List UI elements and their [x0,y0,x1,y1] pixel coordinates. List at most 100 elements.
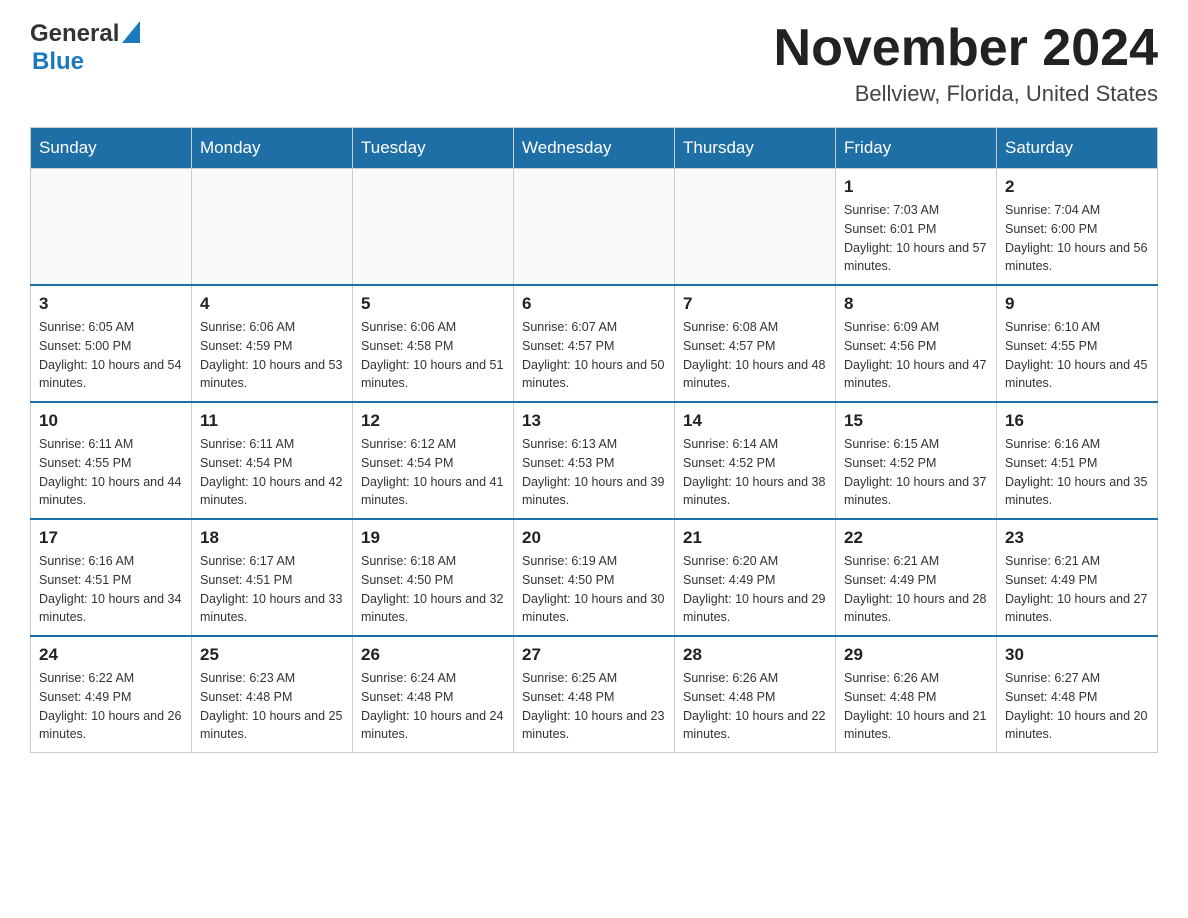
day-info: Sunrise: 6:23 AMSunset: 4:48 PMDaylight:… [200,669,344,744]
day-info: Sunrise: 6:19 AMSunset: 4:50 PMDaylight:… [522,552,666,627]
day-info: Sunrise: 6:11 AMSunset: 4:54 PMDaylight:… [200,435,344,510]
title-area: November 2024 Bellview, Florida, United … [774,20,1158,107]
day-number: 3 [39,294,183,314]
day-info: Sunrise: 6:26 AMSunset: 4:48 PMDaylight:… [683,669,827,744]
calendar-day-cell: 13 Sunrise: 6:13 AMSunset: 4:53 PMDayligh… [514,402,675,519]
day-info: Sunrise: 6:18 AMSunset: 4:50 PMDaylight:… [361,552,505,627]
calendar-day-cell: 9 Sunrise: 6:10 AMSunset: 4:55 PMDaylight… [997,285,1158,402]
day-info: Sunrise: 6:22 AMSunset: 4:49 PMDaylight:… [39,669,183,744]
day-info: Sunrise: 6:16 AMSunset: 4:51 PMDaylight:… [1005,435,1149,510]
day-info: Sunrise: 6:15 AMSunset: 4:52 PMDaylight:… [844,435,988,510]
calendar-table: SundayMondayTuesdayWednesdayThursdayFrid… [30,127,1158,753]
calendar-week-row: 10 Sunrise: 6:11 AMSunset: 4:55 PMDayligh… [31,402,1158,519]
calendar-day-cell: 2Sunrise: 7:04 AMSunset: 6:00 PMDaylight… [997,169,1158,286]
day-number: 19 [361,528,505,548]
calendar-day-cell [514,169,675,286]
day-number: 16 [1005,411,1149,431]
day-info: Sunrise: 6:20 AMSunset: 4:49 PMDaylight:… [683,552,827,627]
day-number: 13 [522,411,666,431]
calendar-day-cell: 27 Sunrise: 6:25 AMSunset: 4:48 PMDayligh… [514,636,675,753]
logo-triangle-icon [122,21,140,48]
month-title: November 2024 [774,20,1158,77]
day-number: 7 [683,294,827,314]
calendar-day-cell [675,169,836,286]
day-number: 12 [361,411,505,431]
calendar-day-cell: 10 Sunrise: 6:11 AMSunset: 4:55 PMDayligh… [31,402,192,519]
calendar-day-cell: 7Sunrise: 6:08 AMSunset: 4:57 PMDaylight… [675,285,836,402]
day-number: 28 [683,645,827,665]
logo-general-text: General [30,20,119,48]
weekday-header-row: SundayMondayTuesdayWednesdayThursdayFrid… [31,128,1158,169]
day-number: 8 [844,294,988,314]
calendar-day-cell [353,169,514,286]
day-info: Sunrise: 6:12 AMSunset: 4:54 PMDaylight:… [361,435,505,510]
calendar-day-cell: 30Sunrise: 6:27 AMSunset: 4:48 PMDayligh… [997,636,1158,753]
calendar-header: SundayMondayTuesdayWednesdayThursdayFrid… [31,128,1158,169]
calendar-day-cell: 16 Sunrise: 6:16 AMSunset: 4:51 PMDayligh… [997,402,1158,519]
calendar-week-row: 3 Sunrise: 6:05 AMSunset: 5:00 PMDaylight… [31,285,1158,402]
day-number: 26 [361,645,505,665]
day-number: 9 [1005,294,1149,314]
weekday-header-thursday: Thursday [675,128,836,169]
calendar-day-cell: 17 Sunrise: 6:16 AMSunset: 4:51 PMDayligh… [31,519,192,636]
day-info: Sunrise: 6:14 AMSunset: 4:52 PMDaylight:… [683,435,827,510]
day-info: Sunrise: 6:05 AMSunset: 5:00 PMDaylight:… [39,318,183,393]
calendar-body: 1Sunrise: 7:03 AMSunset: 6:01 PMDaylight… [31,169,1158,753]
day-number: 20 [522,528,666,548]
day-info: Sunrise: 6:24 AMSunset: 4:48 PMDaylight:… [361,669,505,744]
day-number: 22 [844,528,988,548]
calendar-day-cell: 24 Sunrise: 6:22 AMSunset: 4:49 PMDayligh… [31,636,192,753]
weekday-header-tuesday: Tuesday [353,128,514,169]
day-number: 11 [200,411,344,431]
day-info: Sunrise: 6:10 AMSunset: 4:55 PMDaylight:… [1005,318,1149,393]
calendar-day-cell: 11 Sunrise: 6:11 AMSunset: 4:54 PMDayligh… [192,402,353,519]
logo: General Blue [30,20,140,76]
day-number: 25 [200,645,344,665]
day-number: 4 [200,294,344,314]
weekday-header-friday: Friday [836,128,997,169]
calendar-week-row: 24 Sunrise: 6:22 AMSunset: 4:49 PMDayligh… [31,636,1158,753]
calendar-day-cell: 20 Sunrise: 6:19 AMSunset: 4:50 PMDayligh… [514,519,675,636]
day-number: 24 [39,645,183,665]
logo-blue-text: Blue [32,48,84,75]
day-info: Sunrise: 6:13 AMSunset: 4:53 PMDaylight:… [522,435,666,510]
day-info: Sunrise: 6:25 AMSunset: 4:48 PMDaylight:… [522,669,666,744]
weekday-header-monday: Monday [192,128,353,169]
day-info: Sunrise: 6:16 AMSunset: 4:51 PMDaylight:… [39,552,183,627]
calendar-day-cell [31,169,192,286]
calendar-day-cell: 12 Sunrise: 6:12 AMSunset: 4:54 PMDayligh… [353,402,514,519]
calendar-day-cell: 22 Sunrise: 6:21 AMSunset: 4:49 PMDayligh… [836,519,997,636]
page-header: General Blue November 2024 Bellview, Flo… [30,20,1158,107]
day-number: 21 [683,528,827,548]
day-number: 17 [39,528,183,548]
weekday-header-wednesday: Wednesday [514,128,675,169]
day-info: Sunrise: 6:06 AMSunset: 4:58 PMDaylight:… [361,318,505,393]
day-info: Sunrise: 6:21 AMSunset: 4:49 PMDaylight:… [1005,552,1149,627]
day-info: Sunrise: 6:09 AMSunset: 4:56 PMDaylight:… [844,318,988,393]
day-number: 29 [844,645,988,665]
day-number: 6 [522,294,666,314]
day-info: Sunrise: 7:04 AMSunset: 6:00 PMDaylight:… [1005,201,1149,276]
day-number: 27 [522,645,666,665]
calendar-day-cell: 3 Sunrise: 6:05 AMSunset: 5:00 PMDaylight… [31,285,192,402]
calendar-day-cell: 19 Sunrise: 6:18 AMSunset: 4:50 PMDayligh… [353,519,514,636]
day-number: 18 [200,528,344,548]
day-info: Sunrise: 6:06 AMSunset: 4:59 PMDaylight:… [200,318,344,393]
calendar-day-cell [192,169,353,286]
calendar-day-cell: 6 Sunrise: 6:07 AMSunset: 4:57 PMDaylight… [514,285,675,402]
day-info: Sunrise: 7:03 AMSunset: 6:01 PMDaylight:… [844,201,988,276]
calendar-day-cell: 15 Sunrise: 6:15 AMSunset: 4:52 PMDayligh… [836,402,997,519]
day-info: Sunrise: 6:07 AMSunset: 4:57 PMDaylight:… [522,318,666,393]
calendar-day-cell: 28 Sunrise: 6:26 AMSunset: 4:48 PMDayligh… [675,636,836,753]
calendar-day-cell: 1Sunrise: 7:03 AMSunset: 6:01 PMDaylight… [836,169,997,286]
day-info: Sunrise: 6:26 AMSunset: 4:48 PMDaylight:… [844,669,988,744]
day-info: Sunrise: 6:11 AMSunset: 4:55 PMDaylight:… [39,435,183,510]
day-info: Sunrise: 6:21 AMSunset: 4:49 PMDaylight:… [844,552,988,627]
calendar-day-cell: 5 Sunrise: 6:06 AMSunset: 4:58 PMDaylight… [353,285,514,402]
calendar-day-cell: 8 Sunrise: 6:09 AMSunset: 4:56 PMDaylight… [836,285,997,402]
day-number: 10 [39,411,183,431]
location-text: Bellview, Florida, United States [774,81,1158,107]
calendar-day-cell: 4 Sunrise: 6:06 AMSunset: 4:59 PMDaylight… [192,285,353,402]
day-number: 15 [844,411,988,431]
day-number: 5 [361,294,505,314]
